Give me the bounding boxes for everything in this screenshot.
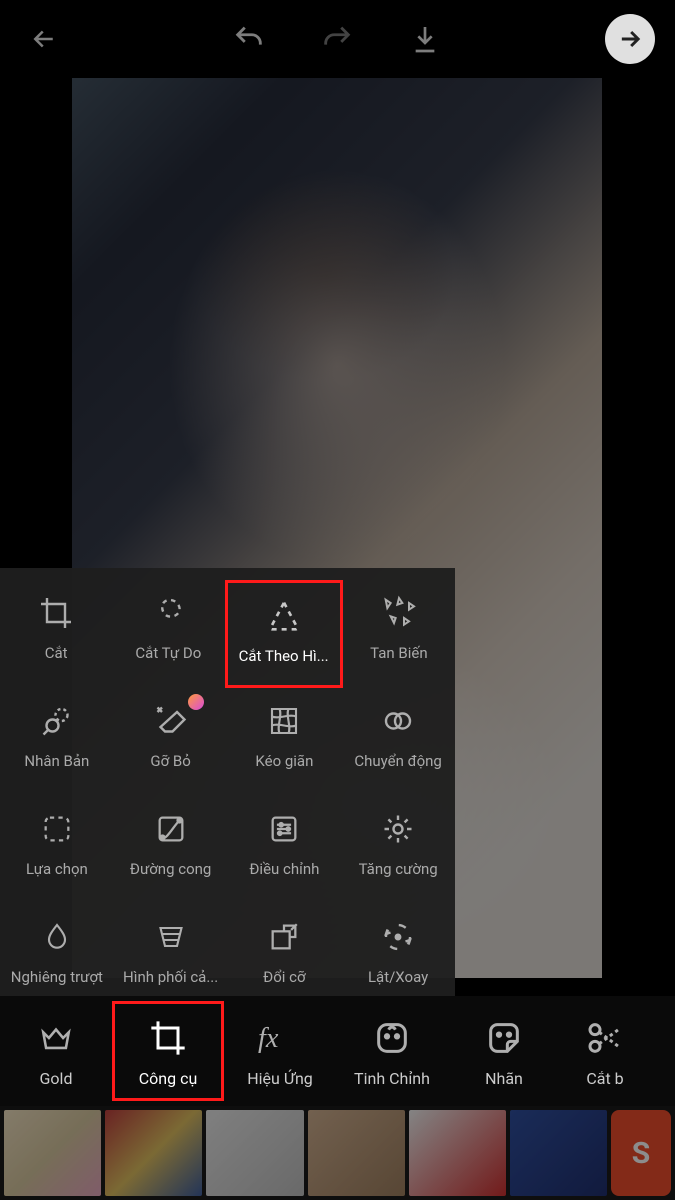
lasso-icon (147, 592, 189, 634)
tool-label: Lật/Xoay (366, 968, 430, 986)
eraser-icon (150, 700, 192, 742)
tool-curves[interactable]: Đường cong (114, 796, 228, 904)
face-icon (369, 1015, 415, 1061)
tool-label: Đổi cỡ (261, 968, 307, 986)
svg-text:fx: fx (258, 1022, 279, 1053)
tool-label: Cắt Tự Do (133, 644, 203, 662)
tool-label: Hình phối cả... (121, 968, 220, 986)
resize-icon (263, 916, 305, 958)
bottom-label: Hiệu Ứng (247, 1069, 313, 1088)
tool-label: Cắt Theo Hì... (237, 647, 331, 665)
back-button[interactable] (20, 15, 68, 63)
undo-button[interactable] (225, 15, 273, 63)
curve-icon (150, 808, 192, 850)
scissors-icon (582, 1015, 628, 1061)
ad-thumb (206, 1110, 303, 1196)
bottom-tools[interactable]: Công cụ (112, 1001, 224, 1101)
crop-icon (145, 1015, 191, 1061)
sliders-icon (263, 808, 305, 850)
tool-label: Tăng cường (357, 860, 440, 878)
bottom-sticker[interactable]: Nhãn (448, 1001, 560, 1101)
editor-canvas[interactable]: Cắt Cắt Tự Do Cắt Theo Hì... Tan Biến Nh… (0, 78, 675, 978)
tool-row: Nhân Bản Gỡ Bỏ Kéo giãn Chuyển động (0, 688, 455, 796)
ad-brand-logo: S (611, 1110, 671, 1196)
sun-icon (377, 808, 419, 850)
tool-label: Nghiêng trượt (9, 968, 105, 986)
tool-row: Lựa chọn Đường cong Điều chỉnh Tăng cườn… (0, 796, 455, 904)
triangle-dashed-icon (263, 595, 305, 637)
bottom-label: Gold (40, 1069, 73, 1088)
tool-label: Cắt (43, 644, 70, 662)
tool-label: Điều chỉnh (247, 860, 321, 878)
fx-icon: fx (257, 1015, 303, 1061)
ad-thumb (510, 1110, 607, 1196)
tool-label: Gỡ Bỏ (148, 752, 192, 770)
rotate-icon (377, 916, 419, 958)
tool-label: Kéo giãn (253, 752, 315, 770)
tool-motion[interactable]: Chuyển động (341, 688, 455, 796)
ad-thumb (4, 1110, 101, 1196)
select-dashed-icon (36, 808, 78, 850)
bottom-label: Công cụ (139, 1069, 198, 1088)
tool-clone[interactable]: Nhân Bản (0, 688, 114, 796)
tool-freecrop[interactable]: Cắt Tự Do (112, 580, 224, 688)
crop-icon (35, 592, 77, 634)
ad-thumb (308, 1110, 405, 1196)
drop-icon (36, 916, 78, 958)
ad-thumb (105, 1110, 202, 1196)
bottom-label: Tinh Chỉnh (354, 1069, 430, 1088)
tools-panel: Cắt Cắt Tự Do Cắt Theo Hì... Tan Biến Nh… (0, 568, 455, 1020)
tool-remove[interactable]: Gỡ Bỏ (114, 688, 228, 796)
clone-icon (36, 700, 78, 742)
tool-disperse[interactable]: Tan Biến (343, 580, 455, 688)
tool-select[interactable]: Lựa chọn (0, 796, 114, 904)
tool-row: Cắt Cắt Tự Do Cắt Theo Hì... Tan Biến (0, 580, 455, 688)
perspective-icon (150, 916, 192, 958)
triangles-scatter-icon (378, 592, 420, 634)
bottom-finetune[interactable]: Tinh Chỉnh (336, 1001, 448, 1101)
bottom-fx[interactable]: fx Hiệu Ứng (224, 1001, 336, 1101)
bottom-cut[interactable]: Cắt b (560, 1001, 650, 1101)
tool-label: Chuyển động (352, 752, 443, 770)
bottom-label: Nhãn (485, 1069, 523, 1088)
tool-shapecrop[interactable]: Cắt Theo Hì... (225, 580, 343, 688)
tool-label: Đường cong (128, 860, 213, 878)
redo-button[interactable] (313, 15, 361, 63)
crown-icon (33, 1015, 79, 1061)
tool-enhance[interactable]: Tăng cường (341, 796, 455, 904)
ad-thumb (409, 1110, 506, 1196)
next-button[interactable] (605, 14, 655, 64)
download-button[interactable] (401, 15, 449, 63)
bottom-toolbar[interactable]: Gold Công cụ fx Hiệu Ứng Tinh Chỉnh Nhãn… (0, 996, 675, 1106)
bottom-gold[interactable]: Gold (0, 1001, 112, 1101)
tool-crop[interactable]: Cắt (0, 580, 112, 688)
ad-banner[interactable]: S (0, 1106, 675, 1200)
top-toolbar (0, 0, 675, 78)
sticker-icon (481, 1015, 527, 1061)
grid-warp-icon (263, 700, 305, 742)
tool-label: Tan Biến (368, 644, 430, 662)
bottom-label: Cắt b (586, 1069, 623, 1088)
rings-icon (377, 700, 419, 742)
tool-label: Lựa chọn (24, 860, 90, 878)
tool-adjust[interactable]: Điều chỉnh (228, 796, 342, 904)
tool-label: Nhân Bản (22, 752, 91, 770)
tool-stretch[interactable]: Kéo giãn (228, 688, 342, 796)
